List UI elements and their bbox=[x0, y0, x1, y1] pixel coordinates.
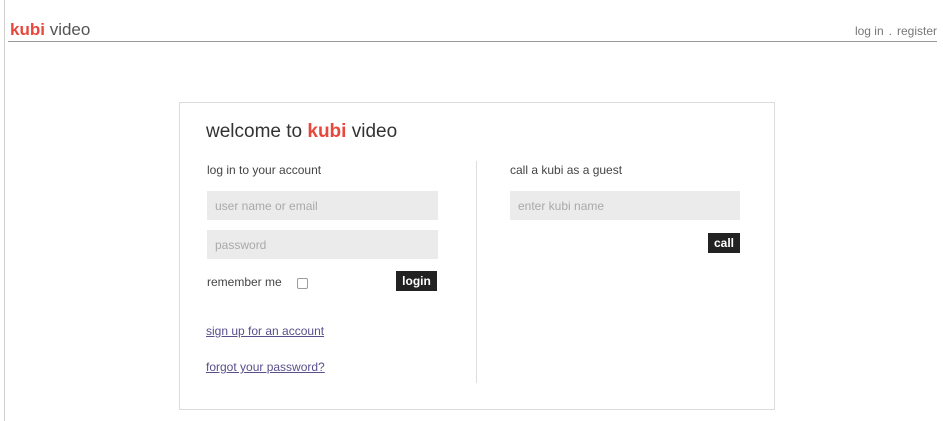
brand-logo[interactable]: kubi video bbox=[10, 20, 90, 40]
card-title: welcome to kubi video bbox=[206, 121, 397, 143]
username-input[interactable] bbox=[207, 191, 438, 220]
login-button[interactable]: login bbox=[396, 271, 437, 291]
login-link[interactable]: log in bbox=[855, 24, 884, 38]
guest-section-heading: call a kubi as a guest bbox=[510, 163, 623, 177]
call-button[interactable]: call bbox=[708, 233, 740, 253]
section-divider bbox=[476, 161, 477, 383]
brand-logo-strong: kubi bbox=[10, 20, 45, 39]
kubi-name-input[interactable] bbox=[510, 191, 740, 220]
card-title-highlight: kubi bbox=[307, 121, 347, 142]
register-link[interactable]: register bbox=[897, 24, 937, 38]
password-input[interactable] bbox=[207, 230, 438, 259]
top-bar: kubi video log in. register bbox=[8, 0, 937, 42]
window-left-border bbox=[4, 0, 5, 421]
welcome-card: welcome to kubi video log in to your acc… bbox=[179, 102, 775, 410]
remember-me-label: remember me bbox=[207, 275, 282, 289]
signup-link[interactable]: sign up for an account bbox=[206, 324, 324, 338]
brand-logo-light: video bbox=[49, 20, 91, 39]
card-title-prefix: welcome to bbox=[206, 121, 308, 142]
top-links: log in. register bbox=[855, 24, 937, 38]
login-section-heading: log in to your account bbox=[207, 163, 322, 177]
card-title-suffix: video bbox=[346, 121, 398, 142]
top-links-separator: . bbox=[888, 24, 892, 38]
remember-me-checkbox[interactable] bbox=[297, 278, 308, 289]
forgot-password-link[interactable]: forgot your password? bbox=[206, 360, 325, 374]
